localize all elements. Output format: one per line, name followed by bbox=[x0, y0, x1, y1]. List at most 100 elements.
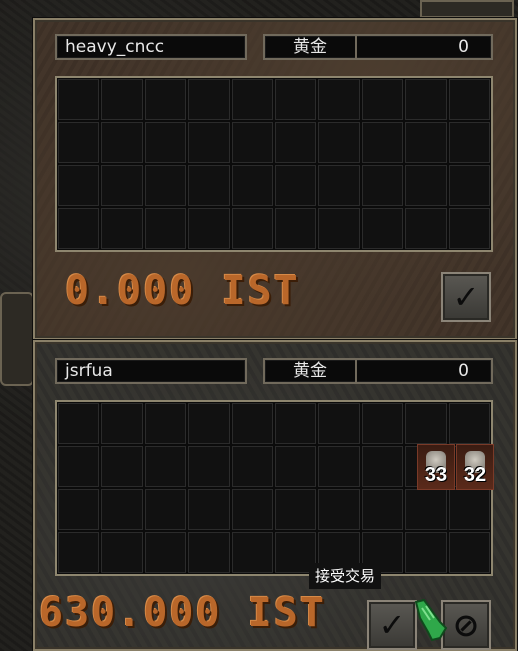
inventory-cell[interactable] bbox=[361, 79, 404, 120]
top-right-ornament bbox=[420, 0, 514, 18]
inventory-cell[interactable] bbox=[405, 532, 447, 573]
inventory-cell[interactable] bbox=[231, 489, 273, 530]
hand-cursor-icon bbox=[414, 598, 448, 642]
inventory-cell[interactable] bbox=[101, 165, 143, 206]
inventory-cell[interactable] bbox=[448, 489, 490, 530]
inventory-cell[interactable] bbox=[275, 446, 317, 487]
inventory-cell[interactable] bbox=[275, 165, 317, 206]
inventory-cell[interactable] bbox=[58, 489, 100, 530]
inventory-cell[interactable] bbox=[188, 489, 230, 530]
other-player-trade-panel: heavy_cncc 黄金 0 0.000 IST ✓ bbox=[33, 18, 517, 340]
inventory-cell[interactable] bbox=[144, 489, 187, 530]
inventory-cell[interactable] bbox=[361, 165, 404, 206]
inventory-cell[interactable] bbox=[58, 208, 100, 249]
inventory-cell[interactable] bbox=[231, 122, 273, 163]
inventory-cell[interactable] bbox=[188, 403, 230, 444]
inventory-cell[interactable] bbox=[318, 122, 360, 163]
inventory-cell[interactable] bbox=[144, 79, 187, 120]
inventory-cell[interactable] bbox=[101, 532, 143, 573]
inventory-cell[interactable] bbox=[448, 532, 490, 573]
inventory-cell[interactable] bbox=[144, 403, 187, 444]
inventory-cell[interactable] bbox=[231, 532, 273, 573]
inventory-cell[interactable] bbox=[448, 165, 490, 206]
inventory-cell[interactable] bbox=[405, 122, 447, 163]
inventory-cell[interactable] bbox=[405, 208, 447, 249]
other-player-gold-box: 黄金 0 bbox=[263, 34, 493, 60]
trade-item-slot[interactable]: 33 bbox=[417, 444, 455, 490]
inventory-cell[interactable] bbox=[318, 489, 360, 530]
inventory-cell[interactable] bbox=[448, 208, 490, 249]
my-player-name: jsrfua bbox=[65, 361, 113, 381]
my-amount: 630.000 IST bbox=[39, 590, 326, 636]
inventory-cell[interactable] bbox=[101, 446, 143, 487]
inventory-cell[interactable] bbox=[318, 403, 360, 444]
gold-label: 黄金 bbox=[265, 36, 357, 58]
inventory-cell[interactable] bbox=[58, 532, 100, 573]
inventory-cell[interactable] bbox=[144, 208, 187, 249]
inventory-cell[interactable] bbox=[405, 79, 447, 120]
inventory-cell[interactable] bbox=[188, 532, 230, 573]
inventory-cell[interactable] bbox=[231, 403, 273, 444]
inventory-cell[interactable] bbox=[58, 122, 100, 163]
other-player-inventory-grid[interactable] bbox=[55, 76, 493, 252]
inventory-cell[interactable] bbox=[144, 532, 187, 573]
inventory-cell[interactable] bbox=[144, 165, 187, 206]
inventory-cell[interactable] bbox=[318, 446, 360, 487]
my-gold-box[interactable]: 黄金 0 bbox=[263, 358, 493, 384]
cancel-icon: ⊘ bbox=[452, 606, 480, 644]
inventory-cell[interactable] bbox=[448, 79, 490, 120]
other-player-name: heavy_cncc bbox=[65, 37, 165, 57]
inventory-cell[interactable] bbox=[405, 403, 447, 444]
inventory-cell[interactable] bbox=[101, 489, 143, 530]
check-icon: ✓ bbox=[378, 606, 406, 644]
gold-value: 0 bbox=[458, 361, 469, 381]
inventory-cell[interactable] bbox=[101, 403, 143, 444]
other-player-name-box: heavy_cncc bbox=[55, 34, 247, 60]
inventory-cell[interactable] bbox=[58, 79, 100, 120]
inventory-cell[interactable] bbox=[448, 122, 490, 163]
inventory-cell[interactable] bbox=[405, 489, 447, 530]
inventory-cell[interactable] bbox=[58, 165, 100, 206]
other-player-confirm-button[interactable]: ✓ bbox=[441, 272, 491, 322]
inventory-cell[interactable] bbox=[361, 403, 404, 444]
inventory-cell[interactable] bbox=[188, 165, 230, 206]
inventory-cell[interactable] bbox=[275, 79, 317, 120]
my-name-box: jsrfua bbox=[55, 358, 247, 384]
inventory-cell[interactable] bbox=[188, 208, 230, 249]
inventory-cell[interactable] bbox=[58, 446, 100, 487]
inventory-cell[interactable] bbox=[275, 122, 317, 163]
inventory-cell[interactable] bbox=[188, 446, 230, 487]
item-count: 32 bbox=[463, 464, 487, 486]
inventory-cell[interactable] bbox=[275, 208, 317, 249]
check-icon: ✓ bbox=[452, 278, 480, 316]
inventory-cell[interactable] bbox=[275, 403, 317, 444]
inventory-cell[interactable] bbox=[361, 489, 404, 530]
trade-item-slot[interactable]: 32 bbox=[456, 444, 494, 490]
gold-label: 黄金 bbox=[265, 360, 357, 382]
inventory-cell[interactable] bbox=[448, 403, 490, 444]
inventory-cell[interactable] bbox=[188, 122, 230, 163]
inventory-cell[interactable] bbox=[231, 208, 273, 249]
gold-value: 0 bbox=[458, 37, 469, 57]
inventory-cell[interactable] bbox=[318, 208, 360, 249]
inventory-cell[interactable] bbox=[58, 403, 100, 444]
other-player-amount: 0.000 IST bbox=[65, 268, 300, 314]
inventory-cell[interactable] bbox=[231, 165, 273, 206]
inventory-cell[interactable] bbox=[318, 79, 360, 120]
accept-trade-tooltip: 接受交易 bbox=[309, 563, 382, 589]
inventory-cell[interactable] bbox=[144, 446, 187, 487]
item-count: 33 bbox=[424, 464, 448, 486]
inventory-cell[interactable] bbox=[231, 446, 273, 487]
inventory-cell[interactable] bbox=[101, 208, 143, 249]
inventory-cell[interactable] bbox=[101, 122, 143, 163]
inventory-cell[interactable] bbox=[275, 489, 317, 530]
inventory-cell[interactable] bbox=[144, 122, 187, 163]
inventory-cell[interactable] bbox=[405, 165, 447, 206]
inventory-cell[interactable] bbox=[101, 79, 143, 120]
inventory-cell[interactable] bbox=[361, 208, 404, 249]
inventory-cell[interactable] bbox=[361, 122, 404, 163]
inventory-cell[interactable] bbox=[231, 79, 273, 120]
inventory-cell[interactable] bbox=[188, 79, 230, 120]
inventory-cell[interactable] bbox=[318, 165, 360, 206]
inventory-cell[interactable] bbox=[361, 446, 404, 487]
